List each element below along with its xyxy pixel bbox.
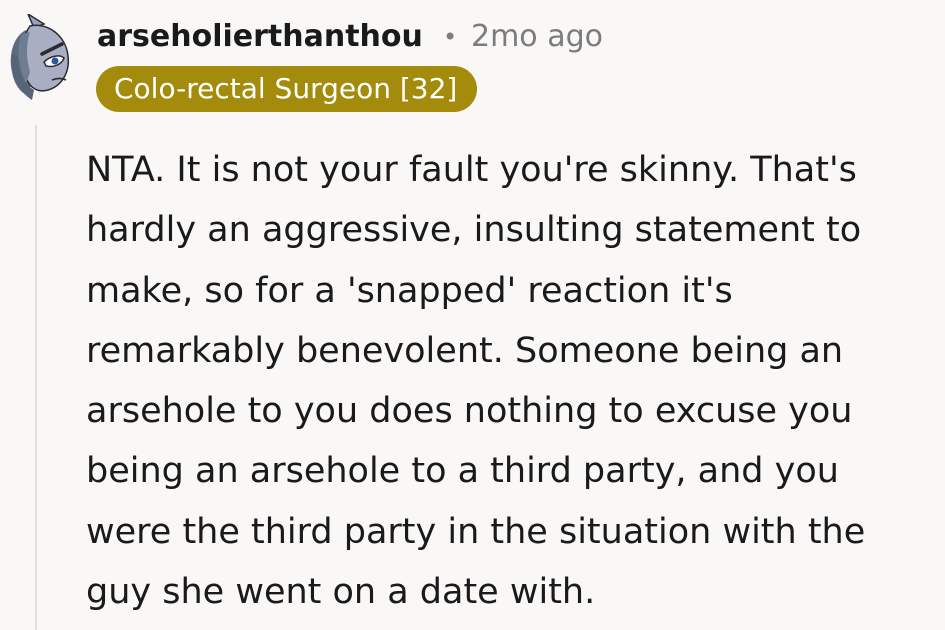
comment-body-line: remarkably benevolent. Someone being an	[86, 330, 844, 371]
comment-body-line: NTA. It is not your fault you're skinny.…	[86, 150, 857, 190]
comment-body-line: arsehole to you does nothing to excuse y…	[86, 391, 853, 432]
comment-body-line: being an arsehole to a third party, and …	[86, 451, 839, 492]
meta-separator: •	[443, 23, 458, 51]
comment-body-line: make, so for a 'snapped' reaction it's	[86, 270, 733, 311]
avatar[interactable]	[4, 12, 76, 102]
comment-body-line: guy she went on a date with.	[86, 572, 596, 613]
comment-body-line: hardly an aggressive, insulting statemen…	[86, 210, 862, 251]
user-flair: Colo-rectal Surgeon [32]	[96, 66, 478, 112]
username[interactable]: arseholierthanthou	[97, 17, 423, 57]
grey-pony-avatar-icon	[10, 12, 70, 100]
comment-body: NTA. It is not your fault you're skinny.…	[86, 140, 936, 622]
thread-line[interactable]	[35, 125, 37, 630]
timestamp[interactable]: 2mo ago	[471, 17, 603, 57]
comment-body-line: were the third party in the situation wi…	[86, 511, 866, 552]
